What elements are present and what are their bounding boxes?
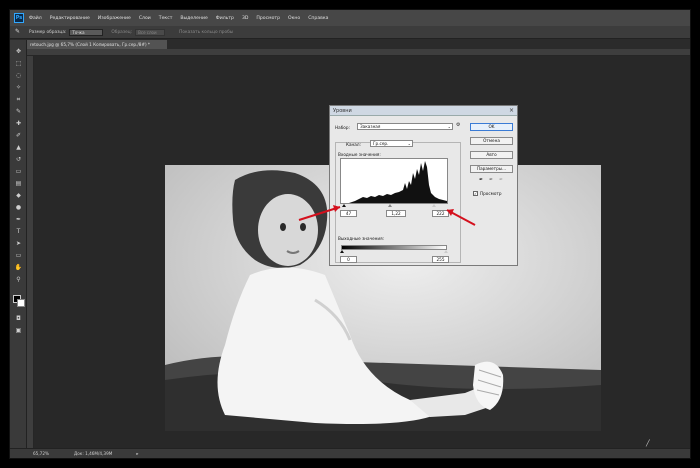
chevron-down-icon: ⌄ [447, 124, 451, 129]
history-brush-icon[interactable]: ↺ [14, 156, 23, 164]
menu-layer[interactable]: Слои [139, 16, 151, 21]
healing-brush-icon[interactable]: ✚ [14, 120, 23, 128]
sample-size-label: Размер образца: [29, 29, 67, 35]
hand-tool-icon[interactable]: ✋ [14, 264, 23, 272]
output-white-handle[interactable] [444, 250, 448, 253]
output-black-field[interactable]: 0 [340, 256, 357, 263]
photoshop-window: Ps Файл Редактирование Изображение Слои … [9, 9, 691, 459]
quick-mask-icon[interactable]: ◘ [14, 315, 23, 323]
type-tool-icon[interactable]: T [14, 228, 23, 236]
white-point-handle[interactable] [432, 204, 436, 207]
horizontal-ruler[interactable] [27, 49, 690, 56]
move-tool-icon[interactable]: ✥ [14, 48, 23, 56]
preview-checkbox[interactable]: ✓ [473, 191, 478, 196]
auto-button[interactable]: Авто [470, 151, 513, 159]
input-levels-label: Входные значения: [338, 152, 381, 157]
dialog-title: Уровни [333, 108, 352, 114]
sample-select[interactable]: Все слои [135, 28, 166, 36]
dodge-tool-icon[interactable]: ● [14, 204, 23, 212]
status-bar: 65,72% Док: 1,46M/4,39M ▸ [10, 448, 690, 458]
clone-stamp-icon[interactable]: ▲ [14, 144, 23, 152]
document-tab-bar: retouch.jpg @ 65,7% (Слой 1 Копировать, … [27, 40, 690, 49]
brush-cursor-icon: ╱ [646, 440, 650, 447]
white-eyedropper-icon[interactable]: ✒ [499, 177, 503, 183]
sample-size-select[interactable]: Точка [69, 28, 104, 36]
menu-window[interactable]: Окно [288, 16, 300, 21]
menu-type[interactable]: Текст [159, 16, 173, 21]
document-size-info[interactable]: Док: 1,46M/4,39M [74, 451, 112, 456]
menu-view[interactable]: Просмотр [256, 16, 280, 21]
gamma-handle[interactable] [388, 204, 392, 207]
histogram-graph [341, 161, 447, 203]
cancel-button[interactable]: Отмена [470, 137, 513, 145]
menu-select[interactable]: Выделение [180, 16, 207, 21]
path-select-icon[interactable]: ➤ [14, 240, 23, 248]
lasso-tool-icon[interactable]: ◌ [14, 72, 23, 80]
channel-value: Гр.сер. [373, 141, 389, 146]
crop-tool-icon[interactable]: ⌗ [14, 96, 23, 104]
ok-button[interactable]: OK [470, 123, 513, 131]
background-color-swatch[interactable] [17, 299, 25, 307]
marquee-tool-icon[interactable]: ⬚ [14, 60, 23, 68]
screen-mode-icon[interactable]: ▣ [14, 327, 23, 335]
black-point-handle[interactable] [342, 204, 346, 207]
dialog-titlebar[interactable]: Уровни × [330, 106, 517, 116]
black-eyedropper-icon[interactable]: ✒ [479, 177, 483, 183]
eyedropper-icon[interactable]: ✎ [14, 108, 23, 116]
status-menu-arrow-icon[interactable]: ▸ [136, 451, 138, 456]
output-levels-label: Выходные значения: [338, 236, 385, 241]
output-levels-slider[interactable] [340, 250, 448, 254]
channel-label: Канал: [346, 142, 361, 147]
input-white-field[interactable]: 222 [432, 210, 449, 217]
preset-options-gear-icon[interactable]: ⚙ [456, 122, 460, 128]
shape-tool-icon[interactable]: ▭ [14, 252, 23, 260]
menu-file[interactable]: Файл [29, 16, 42, 21]
gradient-tool-icon[interactable]: ▤ [14, 180, 23, 188]
output-white-field[interactable]: 255 [432, 256, 449, 263]
menu-bar: Ps Файл Редактирование Изображение Слои … [10, 10, 690, 26]
preset-label: Набор: [335, 125, 350, 130]
input-black-field[interactable]: 47 [340, 210, 357, 217]
document-tab[interactable]: retouch.jpg @ 65,7% (Слой 1 Копировать, … [27, 40, 167, 49]
menu-image[interactable]: Изображение [98, 16, 131, 21]
levels-dialog: Уровни × Набор: Заказная ⌄ ⚙ Канал: Гр.с… [329, 105, 518, 266]
eraser-tool-icon[interactable]: ▭ [14, 168, 23, 176]
tools-panel: ✥ ⬚ ◌ ✧ ⌗ ✎ ✚ ✐ ▲ ↺ ▭ ▤ ◆ ● ✒ T ➤ ▭ ✋ ⚲ … [10, 40, 27, 450]
zoom-level[interactable]: 65,72% [33, 451, 49, 456]
menu-help[interactable]: Справка [308, 16, 328, 21]
gray-eyedropper-icon[interactable]: ✒ [489, 177, 493, 183]
photoshop-logo-icon: Ps [14, 13, 24, 23]
options-button[interactable]: Параметры... [470, 165, 513, 173]
menu-edit[interactable]: Редактирование [50, 16, 90, 21]
sample-label: Образец: [111, 29, 133, 35]
show-sampling-ring-checkbox[interactable]: Показать кольцо пробы [179, 30, 233, 35]
quick-select-tool-icon[interactable]: ✧ [14, 84, 23, 92]
channel-select[interactable]: Гр.сер. ⌄ [370, 140, 413, 147]
chevron-down-icon: ⌄ [407, 141, 411, 146]
pen-tool-icon[interactable]: ✒ [14, 216, 23, 224]
output-black-handle[interactable] [340, 250, 344, 253]
options-bar: ✎ Размер образца: Точка Образец: Все сло… [10, 26, 690, 39]
vertical-ruler[interactable] [27, 56, 34, 450]
eyedropper-tool-icon[interactable]: ✎ [15, 28, 25, 36]
zoom-tool-icon[interactable]: ⚲ [14, 276, 23, 284]
preview-label: Просмотр [480, 191, 502, 196]
menu-filter[interactable]: Фильтр [216, 16, 234, 21]
menu-3d[interactable]: 3D [242, 16, 248, 21]
preset-value: Заказная [360, 124, 381, 129]
brush-tool-icon[interactable]: ✐ [14, 132, 23, 140]
close-icon[interactable]: × [509, 107, 514, 114]
preset-select[interactable]: Заказная ⌄ [357, 123, 453, 130]
histogram [340, 158, 448, 204]
input-gamma-field[interactable]: 1,22 [386, 210, 406, 217]
blur-tool-icon[interactable]: ◆ [14, 192, 23, 200]
input-levels-slider[interactable] [340, 204, 448, 208]
